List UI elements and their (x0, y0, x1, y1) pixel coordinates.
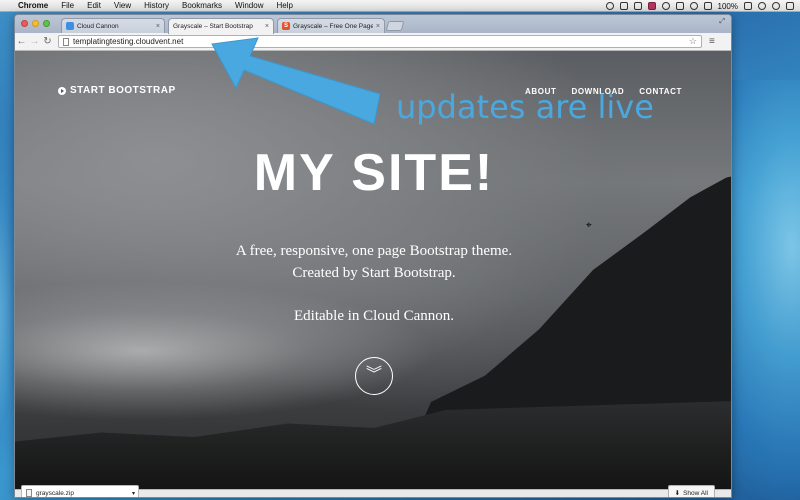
download-filename: grayscale.zip (36, 489, 74, 497)
refresh-icon[interactable] (661, 2, 670, 10)
tab-strip: Cloud Cannon × Grayscale – Start Bootstr… (15, 15, 731, 34)
wifi-icon[interactable] (689, 2, 698, 10)
minimize-window-button[interactable] (32, 20, 39, 27)
menu-bookmarks[interactable]: Bookmarks (182, 1, 222, 10)
zoom-window-button[interactable] (43, 20, 50, 27)
forward-icon[interactable]: → (28, 36, 41, 47)
record-icon[interactable] (605, 2, 614, 10)
menu-bar: Chrome File Edit View History Bookmarks … (0, 0, 800, 12)
fullscreen-icon[interactable]: ⤢ (719, 18, 725, 26)
close-icon[interactable]: × (376, 23, 380, 30)
status-area: 100% (605, 0, 794, 12)
menu-view[interactable]: View (114, 1, 131, 10)
browser-window: Cloud Cannon × Grayscale – Start Bootstr… (14, 14, 732, 498)
hamburger-menu-icon[interactable]: ≡ (709, 36, 715, 47)
reload-icon[interactable]: ↻ (41, 36, 54, 47)
mouse-cursor-icon: ⌖ (586, 220, 592, 231)
dropbox-icon[interactable] (619, 2, 628, 10)
brand-label: START BOOTSTRAP (70, 85, 176, 96)
tab-label: Grayscale – Free One Page (293, 22, 373, 30)
play-circle-icon (58, 86, 66, 95)
annotation-text: updates are live (396, 88, 654, 126)
close-window-button[interactable] (21, 20, 28, 27)
download-bar: grayscale.zip ▾ ⬇ Show All (15, 485, 731, 497)
download-item[interactable]: grayscale.zip ▾ (21, 485, 139, 497)
close-icon[interactable]: × (156, 23, 160, 30)
search-icon[interactable] (772, 2, 780, 10)
tab-label: Cloud Cannon (77, 22, 119, 30)
tab-grayscale-free[interactable]: S Grayscale – Free One Page × (277, 18, 385, 33)
menu-help[interactable]: Help (276, 1, 292, 10)
address-bar[interactable]: templatingtesting.cloudvent.net ☆ (58, 35, 702, 48)
double-chevron-down-icon: ︾ (365, 366, 382, 383)
cloudcannon-icon (66, 22, 74, 30)
tab-label: Grayscale – Start Bootstrap (173, 23, 253, 30)
scroll-down-button[interactable]: ︾ (355, 357, 393, 395)
site-brand[interactable]: START BOOTSTRAP (58, 85, 176, 96)
menu-file[interactable]: File (61, 1, 74, 10)
menu-edit[interactable]: Edit (87, 1, 101, 10)
chevron-down-icon[interactable]: ▾ (132, 490, 135, 497)
show-all-label: Show All (683, 489, 708, 497)
new-tab-button[interactable] (385, 21, 405, 31)
window-controls (21, 20, 50, 27)
hero-editable-note: Editable in Cloud Cannon. (294, 308, 454, 324)
file-icon (26, 489, 32, 497)
list-icon[interactable] (786, 2, 794, 10)
hero-tagline: A free, responsive, one page Bootstrap t… (235, 243, 513, 259)
tab-cloud-cannon[interactable]: Cloud Cannon × (61, 18, 165, 33)
bookmark-star-icon[interactable]: ☆ (689, 36, 697, 47)
menu-window[interactable]: Window (235, 1, 263, 10)
show-all-downloads-button[interactable]: ⬇ Show All (667, 485, 715, 497)
battery-icon[interactable] (744, 2, 752, 10)
volume-icon[interactable] (703, 2, 712, 10)
download-icon: ⬇ (674, 490, 681, 497)
back-icon[interactable]: ← (15, 36, 28, 47)
bluetooth-icon[interactable] (675, 2, 684, 10)
flag-icon[interactable] (647, 2, 656, 10)
menu-app-chrome[interactable]: Chrome (18, 1, 48, 10)
menu-history[interactable]: History (144, 1, 169, 10)
tab-grayscale[interactable]: Grayscale – Start Bootstrap × (168, 18, 274, 34)
background-fog (15, 281, 435, 421)
page-icon (63, 37, 69, 46)
close-icon[interactable]: × (265, 23, 269, 30)
hero-title: MY SITE! (253, 144, 495, 202)
url-text: templatingtesting.cloudvent.net (73, 37, 184, 46)
sync-icon[interactable] (633, 2, 642, 10)
hero-credit: Created by Start Bootstrap. (292, 265, 456, 281)
s-icon: S (282, 22, 290, 30)
clock-icon[interactable] (758, 2, 766, 10)
browser-toolbar: ← → ↻ templatingtesting.cloudvent.net ☆ … (15, 33, 731, 51)
battery-percent: 100% (717, 1, 738, 11)
